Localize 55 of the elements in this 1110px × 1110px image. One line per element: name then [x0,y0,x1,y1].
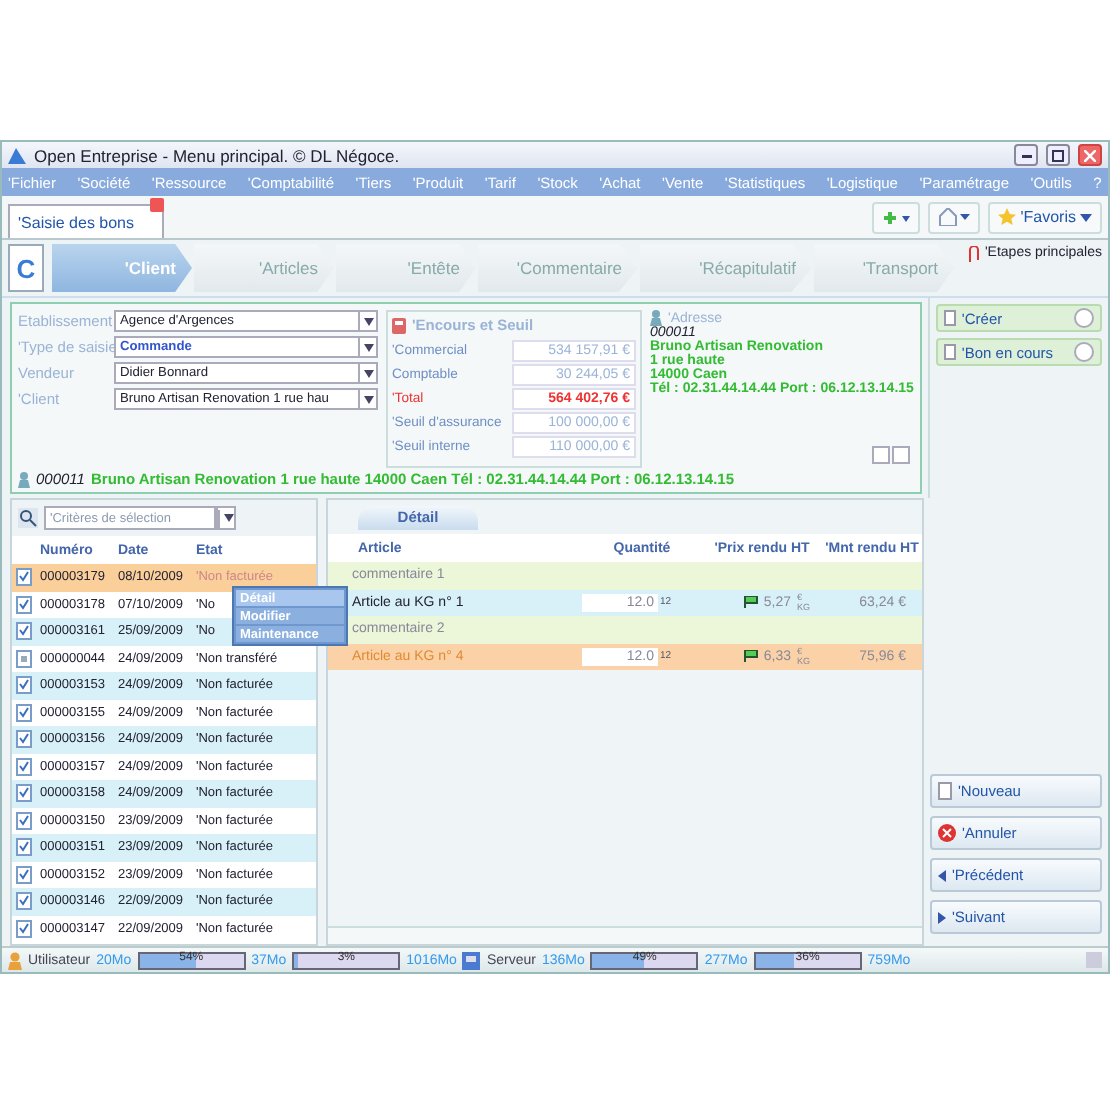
dropdown-arrow-icon [363,343,373,351]
cancel-icon [938,824,956,842]
flag-icon [743,596,758,609]
dropdown-arrow-icon [363,395,373,403]
dropdown-arrow-icon [223,514,233,522]
document-icon [16,649,32,668]
search-icon[interactable] [18,508,38,528]
page-icon [943,344,956,360]
server-icon [462,951,481,969]
calculator-icon [392,317,406,333]
minimize-button[interactable] [1014,144,1038,166]
document-check-icon [16,676,32,695]
document-check-icon [16,622,32,641]
dropdown-button[interactable] [216,506,236,530]
user-icon [8,951,22,969]
restore-button[interactable] [1046,144,1070,166]
steps-start-button[interactable]: C [8,244,44,292]
caret-icon [1080,213,1092,221]
document-check-icon [16,757,32,776]
document-check-icon [16,919,32,938]
person-icon [650,310,662,326]
home-button[interactable] [928,201,981,233]
favorites-button[interactable]: 'Favoris [988,201,1102,233]
resize-grip[interactable] [1086,952,1102,968]
flag-icon [743,650,758,663]
tab-close-icon[interactable] [150,198,165,212]
paperclip-icon [968,246,981,264]
document-check-icon [16,784,32,803]
plus-caret-icon [882,209,911,225]
document-check-icon [16,892,32,911]
document-check-icon [16,811,32,830]
document-check-icon [16,703,32,722]
document-check-icon [16,568,32,587]
page-icon [943,310,956,326]
app-logo-icon [8,147,26,163]
restore-icon [1052,149,1064,161]
close-button[interactable] [1078,144,1102,166]
document-tab[interactable]: 'Saisie des bons [8,204,165,238]
window-title: Open Entreprise - Menu principal. © DL Négoce. [34,145,400,165]
close-icon [1084,149,1096,161]
document-check-icon [16,838,32,857]
star-icon [998,208,1017,226]
right-arrow-icon [938,911,946,923]
home-caret-icon [938,208,971,226]
dropdown-arrow-icon [363,369,373,377]
horizontal-scrollbar[interactable] [328,926,922,944]
add-menu-button[interactable] [872,201,921,233]
person-icon [18,471,30,487]
left-arrow-icon [938,869,946,881]
dropdown-arrow-icon [363,317,373,325]
page-icon [938,782,952,800]
document-check-icon [16,730,32,749]
document-check-icon [16,595,32,614]
minimize-icon [1021,153,1031,157]
document-check-icon [16,865,32,884]
